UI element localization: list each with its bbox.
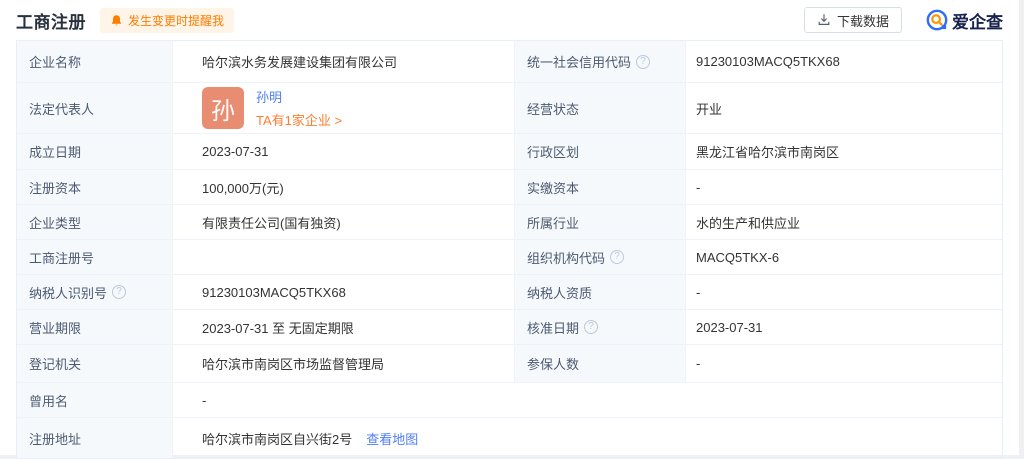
download-icon (818, 14, 830, 25)
table-row: 工商注册号 组织机构代码 ? MACQ5TKX-6 (17, 240, 1002, 275)
table-row: 纳税人识别号 ? 91230103MACQ5TKX68 纳税人资质 - (17, 275, 1002, 310)
business-registration-card: 工商注册 发生变更时提醒我 下载数据 爱企查 企业名称 哈尔滨水务发展建设集团有… (0, 0, 1019, 459)
company-type-value: 有限责任公司(国有独资) (173, 205, 515, 239)
help-icon[interactable]: ? (610, 250, 625, 264)
download-data-button[interactable]: 下载数据 (803, 7, 902, 33)
help-icon[interactable]: ? (584, 320, 599, 334)
table-row: 曾用名 - (17, 383, 1002, 418)
bell-icon (112, 14, 121, 25)
field-label-text: 组织机构代码 (527, 250, 606, 266)
brand-name: 爱企查 (952, 12, 1003, 32)
table-row: 企业名称 哈尔滨水务发展建设集团有限公司 统一社会信用代码 ? 91230103… (17, 41, 1002, 83)
taxpayer-id-value: 91230103MACQ5TKX68 (173, 275, 515, 309)
industry-value: 水的生产和供应业 (696, 215, 801, 231)
establish-date-value: 2023-07-31 (173, 134, 515, 169)
help-icon[interactable]: ? (636, 54, 651, 69)
field-label: 营业期限 (17, 310, 173, 344)
registered-address-cell: 哈尔滨市南岗区自兴街2号 查看地图 (173, 418, 1002, 458)
field-label-text: 统一社会信用代码 (527, 55, 632, 70)
field-label: 工商注册号 (17, 240, 173, 274)
field-label: 企业名称 (17, 41, 173, 82)
field-label: 企业类型 (17, 205, 173, 239)
field-label: 注册资本 (17, 170, 173, 204)
field-label: 纳税人识别号 ? (17, 275, 173, 309)
field-label: 所属行业 (515, 205, 686, 239)
table-row: 企业类型 有限责任公司(国有独资) 所属行业 水的生产和供应业 (17, 205, 1002, 240)
table-row: 成立日期 2023-07-31 行政区划 黑龙江省哈尔滨市南岗区 (17, 134, 1002, 170)
field-label: 曾用名 (17, 383, 173, 417)
company-name-value: 哈尔滨水务发展建设集团有限公司 (173, 41, 515, 82)
section-header: 工商注册 发生变更时提醒我 下载数据 爱企查 (16, 0, 1003, 40)
table-row: 法定代表人 孙 孙明 TA有1家企业 > 经营状态 开业 (17, 83, 1002, 134)
registration-authority-value: 哈尔滨市南岗区市场监督管理局 (173, 345, 515, 382)
field-label: 经营状态 (515, 83, 686, 133)
field-label: 统一社会信用代码 ? (515, 41, 686, 82)
field-label-text: 纳税人识别号 (29, 285, 108, 301)
insured-count-value: - (696, 356, 701, 371)
field-label: 组织机构代码 ? (515, 240, 686, 274)
admin-division-value: 黑龙江省哈尔滨市南岗区 (696, 145, 840, 160)
operating-status-value: 开业 (696, 101, 723, 117)
business-term-value: 2023-07-31 至 无固定期限 (173, 310, 515, 344)
download-data-label: 下载数据 (836, 13, 889, 29)
paid-capital-value: - (696, 179, 701, 195)
taxpayer-qualification-value: - (696, 284, 701, 300)
org-code-value: MACQ5TKX-6 (696, 249, 780, 265)
legal-rep-info: 孙明 TA有1家企业 > (256, 87, 342, 129)
field-label: 登记机关 (17, 345, 173, 382)
change-reminder-badge[interactable]: 发生变更时提醒我 (100, 7, 235, 33)
field-label: 成立日期 (17, 134, 173, 169)
table-row: 注册地址 哈尔滨市南岗区自兴街2号 查看地图 (17, 418, 1002, 458)
registered-capital-value: 100,000万(元) (173, 170, 515, 204)
field-label: 参保人数 (515, 345, 686, 382)
table-row: 注册资本 100,000万(元) 实缴资本 - (17, 170, 1002, 205)
view-map-link[interactable]: 查看地图 (366, 429, 418, 448)
aiqicha-logo-icon (926, 9, 948, 31)
former-name-value: - (202, 392, 207, 408)
field-label: 核准日期 ? (515, 310, 686, 344)
approval-date-value: 2023-07-31 (696, 319, 763, 335)
field-label: 法定代表人 (17, 83, 173, 133)
credit-code-value: 91230103MACQ5TKX68 (696, 54, 840, 69)
table-row: 登记机关 哈尔滨市南岗区市场监督管理局 参保人数 - (17, 345, 1002, 383)
field-label-text: 核准日期 (527, 320, 580, 336)
field-label: 实缴资本 (515, 170, 686, 204)
change-reminder-label: 发生变更时提醒我 (128, 13, 225, 28)
registered-address-value: 哈尔滨市南岗区自兴街2号 (202, 431, 353, 447)
section-title: 工商注册 (16, 12, 86, 32)
legal-representative-cell: 孙 孙明 TA有1家企业 > (173, 83, 515, 133)
legal-rep-companies-link[interactable]: TA有1家企业 > (256, 110, 342, 129)
table-row: 营业期限 2023-07-31 至 无固定期限 核准日期 ? 2023-07-3… (17, 310, 1002, 345)
registration-number-value (173, 240, 515, 274)
field-label: 注册地址 (17, 418, 173, 458)
legal-rep-name-link[interactable]: 孙明 (256, 87, 342, 106)
registration-info-table: 企业名称 哈尔滨水务发展建设集团有限公司 统一社会信用代码 ? 91230103… (16, 40, 1003, 459)
aiqicha-logo[interactable]: 爱企查 (926, 8, 1003, 33)
field-label: 纳税人资质 (515, 275, 686, 309)
legal-rep-avatar[interactable]: 孙 (202, 87, 244, 129)
field-label: 行政区划 (515, 134, 686, 169)
help-icon[interactable]: ? (112, 285, 127, 299)
